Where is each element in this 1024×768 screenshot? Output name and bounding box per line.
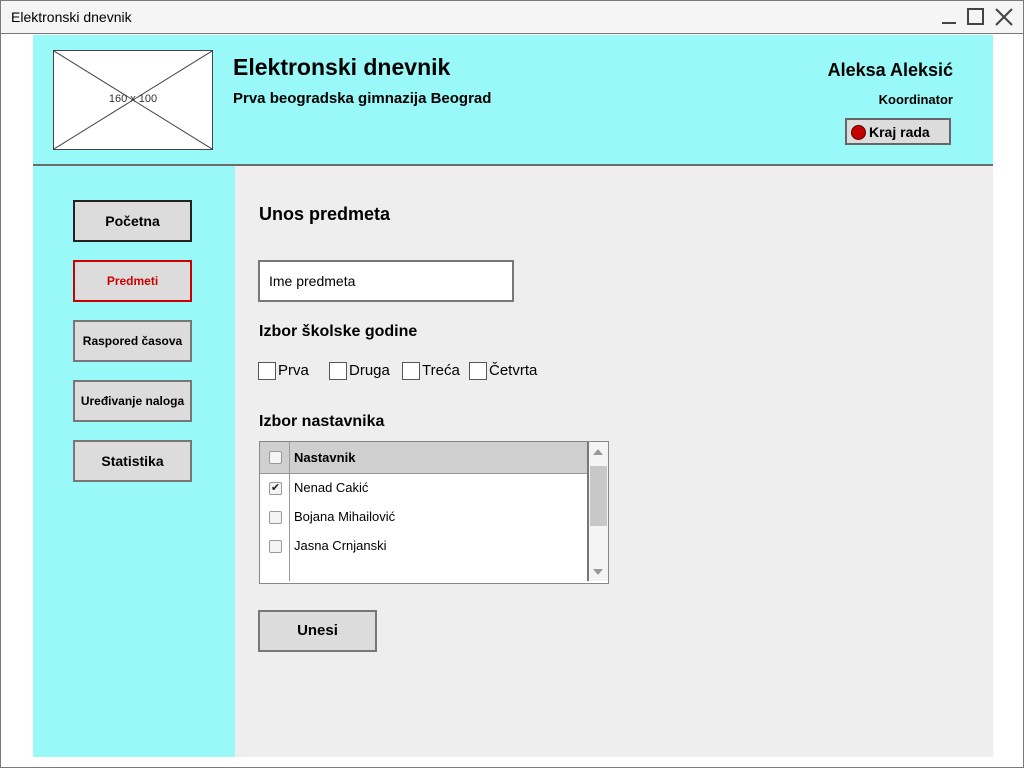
header: 160 x 100 Elektronski dnevnik Prva beogr… — [33, 35, 993, 166]
year-label: Druga — [349, 362, 390, 379]
year-section-heading: Izbor školske godine — [259, 323, 418, 340]
table-row[interactable]: Bojana Mihailović — [260, 503, 587, 533]
checkbox-column — [260, 503, 290, 532]
checkbox-icon[interactable] — [402, 362, 420, 380]
user-role: Koordinator — [878, 92, 953, 107]
sidebar-item-label: Uređivanje naloga — [80, 394, 185, 408]
scroll-thumb[interactable] — [590, 466, 607, 526]
year-label: Prva — [278, 362, 309, 379]
sidebar-item-label: Predmeti — [106, 274, 159, 288]
logo-size-label: 160 x 100 — [108, 93, 158, 105]
sidebar-item-pocetna[interactable]: Početna — [73, 200, 192, 242]
window-title: Elektronski dnevnik — [11, 9, 132, 25]
column-header-nastavnik: Nastavnik — [294, 450, 356, 465]
app-window: Elektronski dnevnik 160 x 100 Elektronsk… — [0, 0, 1024, 768]
title-bar: Elektronski dnevnik — [1, 1, 1023, 34]
teacher-name: Jasna Crnjanski — [294, 538, 387, 553]
scroll-up-icon[interactable] — [589, 446, 608, 458]
sidebar-item-uredjivanje-naloga[interactable]: Uređivanje naloga — [73, 380, 192, 422]
teacher-name: Nenad Cakić — [294, 480, 369, 495]
scroll-down-icon[interactable] — [589, 566, 608, 578]
submit-button[interactable]: Unesi — [258, 610, 377, 652]
checkbox-icon[interactable] — [469, 362, 487, 380]
sidebar: Početna Predmeti Raspored časova Uređiva… — [33, 166, 235, 757]
teacher-table: Nastavnik ✔ Nenad Cakić Bojana Mihailovi… — [259, 441, 609, 584]
year-label: Treća — [422, 362, 460, 379]
year-label: Četvrta — [489, 362, 538, 379]
sidebar-item-raspored[interactable]: Raspored časova — [73, 320, 192, 362]
logout-button[interactable]: Kraj rada — [845, 118, 951, 145]
sidebar-item-label: Raspored časova — [82, 334, 183, 348]
checkbox-column — [260, 442, 290, 473]
main-panel: Unos predmeta Ime predmeta Izbor školske… — [235, 166, 993, 757]
table-row[interactable]: Jasna Crnjanski — [260, 532, 587, 562]
checkbox-icon[interactable] — [329, 362, 347, 380]
user-name: Aleksa Aleksić — [827, 60, 953, 80]
checkbox-column — [260, 532, 290, 561]
logout-icon — [851, 125, 866, 140]
row-checkbox[interactable] — [269, 511, 282, 524]
checkbox-column: ✔ — [260, 474, 290, 503]
select-all-checkbox[interactable] — [269, 451, 282, 464]
sidebar-item-label: Statistika — [101, 453, 164, 469]
row-checkbox[interactable]: ✔ — [269, 482, 282, 495]
teacher-section-heading: Izbor nastavnika — [259, 413, 385, 430]
app-title: Elektronski dnevnik — [233, 54, 451, 80]
teacher-name: Bojana Mihailović — [294, 509, 396, 524]
table-row-empty — [260, 561, 587, 581]
maximize-icon[interactable] — [966, 7, 986, 27]
logo-placeholder: 160 x 100 — [53, 50, 213, 150]
sidebar-item-predmeti[interactable]: Predmeti — [73, 260, 192, 302]
app-content: 160 x 100 Elektronski dnevnik Prva beogr… — [33, 35, 993, 757]
subject-name-input[interactable]: Ime predmeta — [258, 260, 514, 302]
school-name: Prva beogradska gimnazija Beograd — [233, 90, 492, 107]
checkbox-column — [260, 561, 290, 581]
page-title: Unos predmeta — [259, 204, 391, 224]
close-icon[interactable] — [994, 7, 1014, 27]
row-checkbox[interactable] — [269, 540, 282, 553]
sidebar-item-label: Početna — [105, 213, 160, 229]
checkbox-icon[interactable] — [258, 362, 276, 380]
table-row[interactable]: ✔ Nenad Cakić — [260, 474, 587, 504]
sidebar-item-statistika[interactable]: Statistika — [73, 440, 192, 482]
logout-label: Kraj rada — [869, 124, 930, 140]
minimize-icon[interactable] — [939, 7, 959, 27]
table-scrollbar[interactable] — [587, 442, 608, 581]
table-header: Nastavnik — [260, 442, 587, 474]
